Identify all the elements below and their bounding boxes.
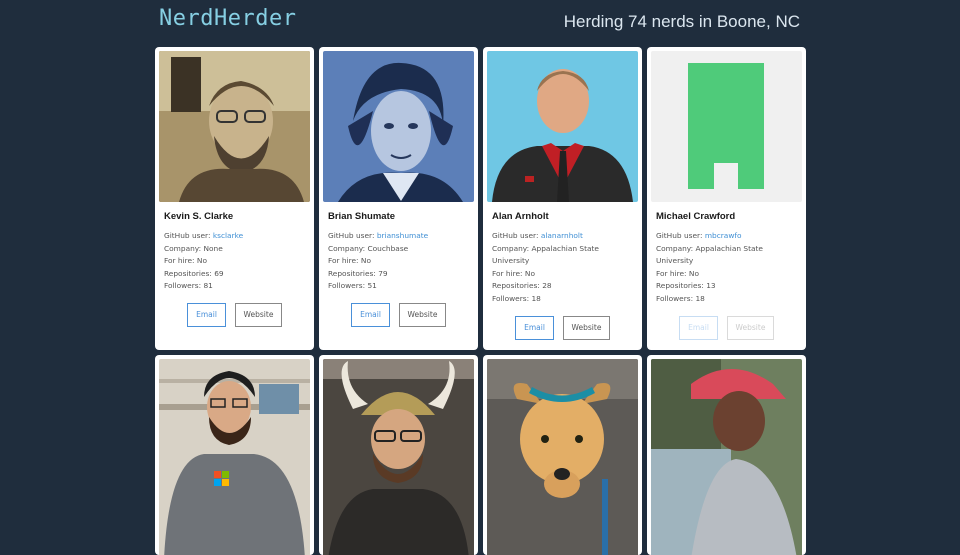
company-value: Couchbase [367, 243, 409, 253]
nerd-card [647, 355, 806, 555]
github-user-link[interactable]: brianshumate [377, 231, 428, 240]
hire-label: For hire: [164, 256, 195, 266]
avatar-photo-kevin [159, 51, 310, 202]
followers-label: Followers: [164, 281, 202, 291]
page-tagline: Herding 74 nerds in Boone, NC [563, 12, 800, 31]
nerd-card: Alan Arnholt GitHub user: alanarnholt Co… [483, 47, 642, 350]
nerd-card: Michael Crawford GitHub user: mbcrawfo C… [647, 47, 806, 350]
company-label: Company: [492, 243, 530, 253]
followers-value: 81 [203, 281, 213, 291]
avatar-photo-5 [159, 359, 310, 555]
nerd-card: Kevin S. Clarke GitHub user: ksclarke Co… [155, 47, 314, 350]
followers-value: 18 [695, 293, 705, 303]
repos-value: 28 [542, 281, 552, 291]
repos-value: 13 [706, 281, 716, 291]
github-label: GitHub user: [164, 231, 211, 240]
avatar [651, 51, 802, 202]
header: NerdHerder Herding 74 nerds in Boone, NC [0, 0, 960, 44]
website-button[interactable]: Website [235, 302, 282, 327]
nerd-card [155, 355, 314, 555]
avatar-photo-alan [487, 51, 638, 202]
card-actions: Email Website [159, 302, 310, 327]
card-actions: Email Website [651, 315, 802, 340]
avatar [159, 359, 310, 555]
email-button[interactable]: Email [351, 302, 390, 327]
hire-value: No [688, 268, 699, 278]
hire-label: For hire: [328, 256, 359, 266]
nerd-name: Michael Crawford [656, 211, 736, 222]
repos-label: Repositories: [656, 281, 704, 291]
nerd-name: Alan Arnholt [492, 211, 549, 222]
followers-label: Followers: [656, 293, 694, 303]
repos-value: 69 [214, 268, 224, 278]
card-actions: Email Website [487, 315, 638, 340]
avatar-photo-7 [487, 359, 638, 555]
avatar [487, 51, 638, 202]
github-label: GitHub user: [492, 231, 539, 240]
github-user-link[interactable]: mbcrawfo [705, 231, 742, 240]
followers-label: Followers: [492, 293, 530, 303]
identicon-avatar [651, 51, 802, 202]
website-button[interactable]: Website [563, 315, 610, 340]
website-button-disabled: Website [727, 315, 774, 340]
nerd-card [483, 355, 642, 555]
email-button-disabled: Email [679, 315, 718, 340]
followers-value: 51 [367, 281, 377, 291]
followers-value: 18 [531, 293, 541, 303]
nerd-details: GitHub user: ksclarke Company: None For … [164, 230, 310, 293]
nerd-name: Brian Shumate [328, 211, 396, 222]
repos-label: Repositories: [492, 281, 540, 291]
company-label: Company: [164, 243, 202, 253]
email-button[interactable]: Email [187, 302, 226, 327]
avatar [651, 359, 802, 555]
followers-label: Followers: [328, 281, 366, 291]
company-label: Company: [328, 243, 366, 253]
website-button[interactable]: Website [399, 302, 446, 327]
hire-value: No [196, 256, 207, 266]
nerd-grid: Kevin S. Clarke GitHub user: ksclarke Co… [155, 47, 806, 555]
repos-label: Repositories: [328, 268, 376, 278]
avatar [159, 51, 310, 202]
hire-value: No [360, 256, 371, 266]
hire-label: For hire: [656, 268, 687, 278]
nerd-details: GitHub user: brianshumate Company: Couch… [328, 230, 474, 293]
avatar [487, 359, 638, 555]
repos-label: Repositories: [164, 268, 212, 278]
github-label: GitHub user: [328, 231, 375, 240]
avatar [323, 359, 474, 555]
repos-value: 79 [378, 268, 388, 278]
nerd-details: GitHub user: mbcrawfo Company: Appalachi… [656, 230, 802, 306]
avatar [323, 51, 474, 202]
avatar-photo-8 [651, 359, 802, 555]
hire-label: For hire: [492, 268, 523, 278]
email-button[interactable]: Email [515, 315, 554, 340]
github-label: GitHub user: [656, 231, 703, 240]
nerd-card [319, 355, 478, 555]
nerd-card: Brian Shumate GitHub user: brianshumate … [319, 47, 478, 350]
nerd-name: Kevin S. Clarke [164, 211, 234, 222]
avatar-photo-6 [323, 359, 474, 555]
hire-value: No [524, 268, 535, 278]
github-user-link[interactable]: alanarnholt [541, 231, 583, 240]
card-actions: Email Website [323, 302, 474, 327]
nerd-details: GitHub user: alanarnholt Company: Appala… [492, 230, 638, 306]
github-user-link[interactable]: ksclarke [213, 231, 243, 240]
site-logo[interactable]: NerdHerder [159, 6, 296, 31]
company-label: Company: [656, 243, 694, 253]
avatar-photo-brian [323, 51, 474, 202]
company-value: None [203, 243, 223, 253]
